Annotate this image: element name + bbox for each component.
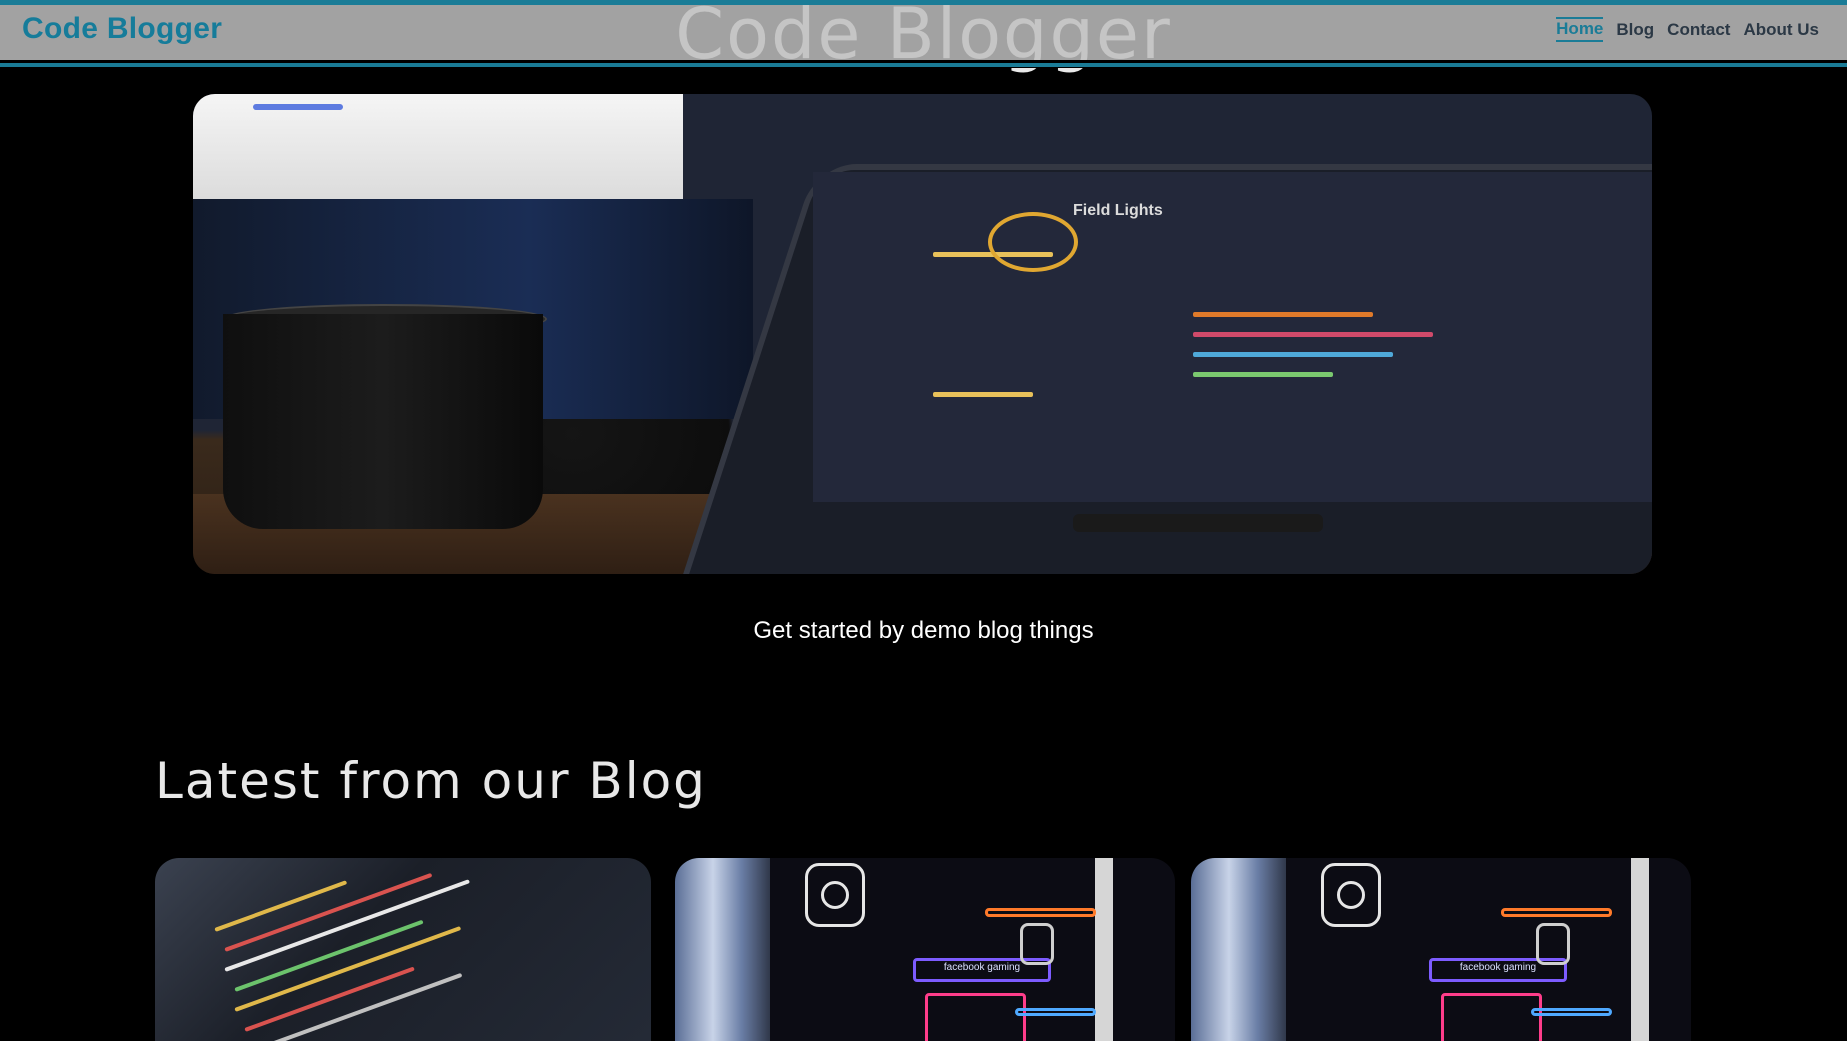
- nav-home-link[interactable]: Home: [1556, 17, 1604, 42]
- section-title: Latest from our Blog: [155, 751, 707, 810]
- blog-card[interactable]: facebook gaming: [1191, 858, 1691, 1041]
- code-line: [224, 879, 471, 972]
- blog-card[interactable]: facebook gaming: [675, 858, 1175, 1041]
- code-line: [1193, 372, 1333, 377]
- code-line: [234, 926, 462, 1012]
- neon-line: [1531, 1008, 1612, 1016]
- card-image: facebook gaming: [675, 858, 1175, 1041]
- nav-about-link[interactable]: About Us: [1743, 20, 1819, 42]
- hero-image: Field Lights: [193, 94, 1652, 574]
- header-accent-stripe: [0, 63, 1847, 67]
- nav-blog-link[interactable]: Blog: [1616, 20, 1654, 42]
- card-image: [155, 858, 651, 1041]
- brand-logo[interactable]: Code Blogger: [22, 12, 222, 46]
- nav-contact-link[interactable]: Contact: [1667, 20, 1730, 42]
- neon-line: [1501, 908, 1612, 917]
- neon-line: [1015, 1008, 1096, 1016]
- neon-camera-icon: [1020, 923, 1054, 965]
- neon-frame: [925, 993, 1026, 1041]
- hero-laptop-screen: Field Lights: [813, 172, 1652, 502]
- code-line: [214, 880, 348, 932]
- code-line: [1193, 312, 1373, 317]
- screen-heading: Field Lights: [1073, 202, 1163, 219]
- wall-pillar: [1191, 858, 1286, 1041]
- neon-camera-icon: [1536, 923, 1570, 965]
- wall-pillar: [1095, 858, 1113, 1041]
- neon-camera-icon: [1321, 863, 1381, 927]
- card-image: facebook gaming: [1191, 858, 1691, 1041]
- main-nav: Home Blog Contact About Us: [1543, 17, 1819, 42]
- wall-pillar: [1631, 858, 1649, 1041]
- code-line: [933, 392, 1033, 397]
- monitor-bar: [253, 104, 343, 110]
- code-line: [1193, 352, 1393, 357]
- neon-camera-icon: [805, 863, 865, 927]
- coffee-mug: [223, 314, 543, 529]
- site-header: Code Blogger Home Blog Contact About Us: [0, 0, 1847, 68]
- screen-logo-ring: [988, 212, 1078, 272]
- code-line: [1193, 332, 1433, 337]
- neon-frame: [1441, 993, 1542, 1041]
- code-line: [254, 972, 463, 1041]
- hero-tagline: Get started by demo blog things: [753, 617, 1094, 644]
- hero-monitor: [193, 94, 683, 199]
- laptop-keys: [1073, 514, 1323, 532]
- wall-pillar: [675, 858, 770, 1041]
- blog-card[interactable]: [155, 858, 651, 1041]
- neon-line: [985, 908, 1096, 917]
